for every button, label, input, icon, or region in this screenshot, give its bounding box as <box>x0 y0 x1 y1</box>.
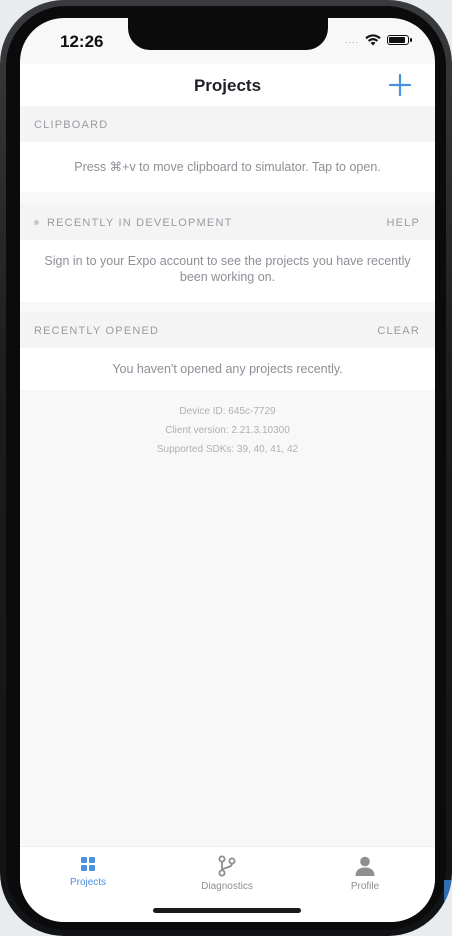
help-button[interactable]: HELP <box>386 217 420 229</box>
plus-icon[interactable] <box>387 72 413 98</box>
clear-button[interactable]: CLEAR <box>377 325 420 337</box>
home-indicator <box>153 908 301 913</box>
recently-in-development-header: RECENTLY IN DEVELOPMENT HELP <box>20 204 435 240</box>
grid-icon <box>81 857 95 871</box>
device-notch <box>128 18 328 50</box>
battery-icon <box>387 35 412 45</box>
desktop-edge <box>444 880 452 936</box>
tab-profile[interactable]: Profile <box>305 855 425 892</box>
recently-opened-label: RECENTLY OPENED <box>34 325 160 337</box>
client-version-text: Client version: 2.21.3.10300 <box>165 425 290 436</box>
clipboard-message: Press ⌘+v to move clipboard to simulator… <box>74 160 381 174</box>
recently-in-development-row: Sign in to your Expo account to see the … <box>20 240 435 302</box>
status-dot-icon <box>34 220 39 225</box>
supported-sdks-text: Supported SDKs: 39, 40, 41, 42 <box>156 444 299 455</box>
tab-diagnostics[interactable]: Diagnostics <box>167 855 287 892</box>
simulator-screen: 12:26 .... Projects CLIPBOARD Press ⌘+v … <box>20 18 435 922</box>
tab-diagnostics-label: Diagnostics <box>201 881 253 892</box>
client-info: Device ID: 645c-7729 Client version: 2.2… <box>20 402 435 459</box>
wifi-icon <box>365 34 381 46</box>
clipboard-row[interactable]: Press ⌘+v to move clipboard to simulator… <box>20 142 435 192</box>
device-id-text: Device ID: 645c-7729 <box>179 406 276 417</box>
recently-opened-row: You haven't opened any projects recently… <box>20 348 435 390</box>
tab-projects[interactable]: Projects <box>28 855 148 888</box>
tab-projects-label: Projects <box>69 877 107 888</box>
clipboard-header-label: CLIPBOARD <box>34 119 109 131</box>
sign-in-message: Sign in to your Expo account to see the … <box>44 254 411 284</box>
recently-in-development-label-text: RECENTLY IN DEVELOPMENT <box>47 217 233 229</box>
status-time: 12:26 <box>60 32 104 51</box>
person-icon <box>355 856 375 876</box>
device-frame: 12:26 .... Projects CLIPBOARD Press ⌘+v … <box>0 0 452 936</box>
git-branch-icon <box>218 855 236 877</box>
recently-opened-message: You haven't opened any projects recently… <box>112 362 343 376</box>
page-title: Projects <box>193 76 262 95</box>
tab-profile-label: Profile <box>350 881 380 892</box>
navigation-bar: Projects <box>20 64 435 106</box>
recently-in-development-label: RECENTLY IN DEVELOPMENT <box>34 217 233 229</box>
signal-dots: .... <box>344 35 359 45</box>
status-icons: .... <box>344 34 412 46</box>
clipboard-section-header: CLIPBOARD <box>20 106 435 142</box>
recently-opened-header: RECENTLY OPENED CLEAR <box>20 312 435 348</box>
